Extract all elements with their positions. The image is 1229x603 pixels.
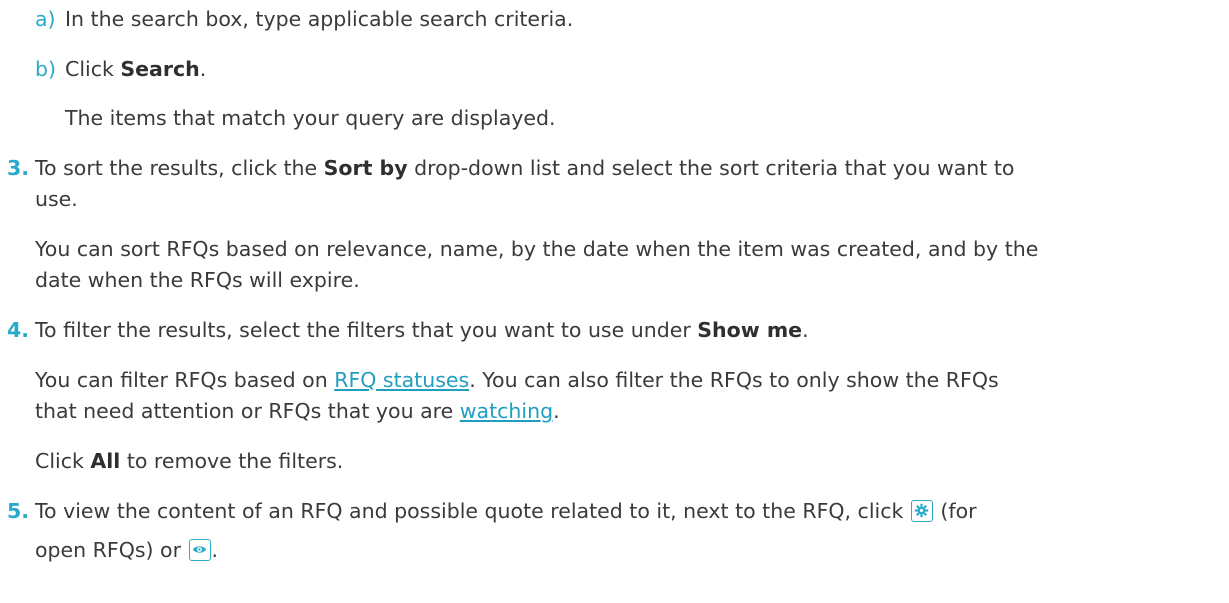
note-text: .	[553, 399, 560, 423]
watching-link[interactable]: watching	[460, 399, 553, 423]
step-text: .	[211, 538, 219, 562]
step-5-line-2: open RFQs) or .	[35, 536, 218, 564]
rfq-statuses-link[interactable]: RFQ statuses	[334, 368, 469, 392]
step-4-note-line-1: You can filter RFQs based on RFQ statuse…	[35, 366, 999, 394]
step-text: To filter the results, select the filter…	[35, 318, 698, 342]
step-text: .	[802, 318, 809, 342]
step-text: (for	[933, 499, 977, 523]
note-text: You can filter RFQs based on	[35, 368, 335, 392]
step-text: open RFQs) or	[35, 538, 188, 562]
step-text: To view the content of an RFQ and possib…	[35, 499, 910, 523]
sort-by-reference: Sort by	[323, 156, 408, 180]
step-3-line-1: 3. To sort the results, click the Sort by…	[7, 154, 1015, 182]
note-text: . You can also filter the RFQs to only s…	[469, 368, 999, 392]
note-text: that need attention or RFQs that you are	[35, 399, 460, 423]
substep-text-suffix: .	[199, 57, 207, 81]
substep-marker: b)	[35, 57, 57, 81]
document-page: a) In the search box, type applicable sea…	[0, 0, 1229, 603]
note-text: Click	[35, 449, 91, 473]
substep-text-prefix: Click	[65, 57, 121, 81]
substep-b: b) Click Search.	[35, 55, 206, 83]
step-number: 3.	[7, 156, 30, 180]
show-me-reference: Show me	[697, 318, 803, 342]
all-reference: All	[90, 449, 121, 473]
search-button-reference: Search	[120, 57, 200, 81]
gear-icon	[910, 500, 933, 522]
step-3-note-line-1: You can sort RFQs based on relevance, na…	[35, 237, 1039, 261]
step-3-line-2: use.	[35, 187, 78, 211]
step-4-line-1: 4. To filter the results, select the filt…	[7, 316, 809, 344]
step-text: drop-down list and select the sort crite…	[407, 156, 1015, 180]
step-4-remove-filters: Click All to remove the filters.	[35, 447, 343, 475]
step-text: To sort the results, click the	[35, 156, 324, 180]
substep-a: a) In the search box, type applicable sea…	[35, 5, 573, 33]
step-5-line-1: 5. To view the content of an RFQ and poss…	[7, 497, 977, 525]
step-3-note-line-2: date when the RFQs will expire.	[35, 268, 360, 292]
step-4-note-line-2: that need attention or RFQs that you are…	[35, 397, 560, 425]
substep-text: In the search box, type applicable searc…	[65, 7, 574, 31]
eye-icon	[188, 539, 211, 561]
substep-marker: a)	[35, 7, 56, 31]
step-number: 5.	[7, 499, 30, 523]
note-text: to remove the filters.	[120, 449, 344, 473]
substep-result: The items that match your query are disp…	[65, 106, 556, 130]
step-number: 4.	[7, 318, 30, 342]
